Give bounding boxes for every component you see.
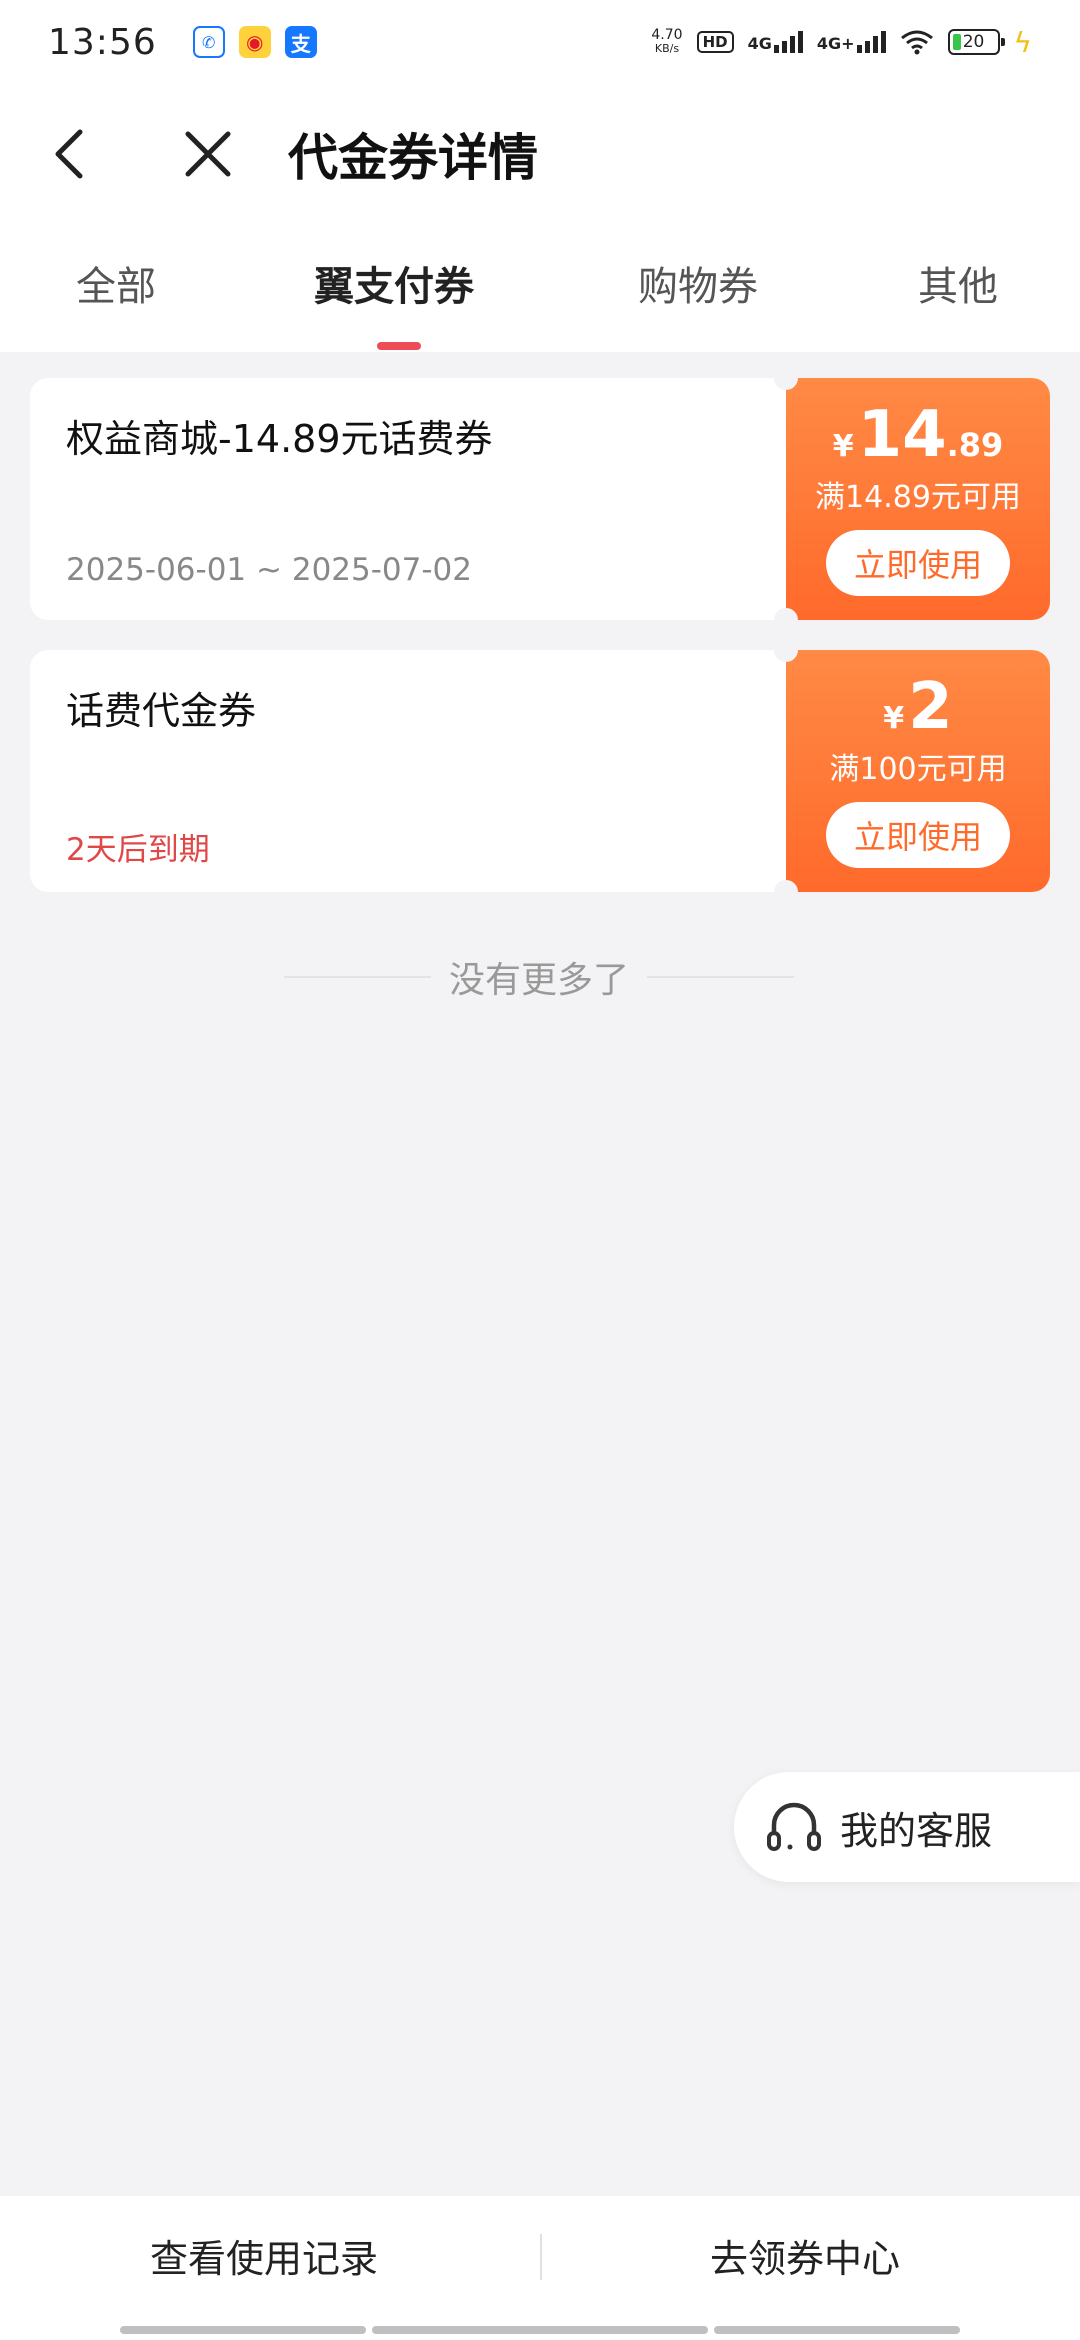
tab-all[interactable]: 全部 bbox=[76, 254, 156, 314]
currency-symbol: ¥ bbox=[883, 701, 905, 736]
gesture-bar bbox=[372, 2326, 708, 2334]
coupon-card: 话费代金券 2天后到期 ¥ 2 满100元可用 立即使用 bbox=[30, 638, 1050, 904]
status-notification-icons: ✆ ◉ 支 bbox=[192, 26, 317, 58]
tab-other[interactable]: 其他 bbox=[918, 254, 998, 314]
coupon-expiry-warning: 2天后到期 bbox=[66, 832, 210, 868]
charging-icon: ϟ bbox=[1013, 25, 1032, 59]
amount-integer: 14 bbox=[857, 398, 947, 472]
network-speed: 4.70 KB/s bbox=[651, 28, 682, 56]
coupon-center-button[interactable]: 去领券中心 bbox=[710, 2228, 900, 2283]
sim2-network-type: 4G+ bbox=[816, 34, 855, 53]
weibo-app-icon: ◉ bbox=[238, 26, 271, 58]
close-button[interactable] bbox=[168, 114, 248, 194]
coupon-info: 权益商城-14.89元话费券 2025-06-01 ~ 2025-07-02 bbox=[30, 378, 786, 620]
coupon-card: 权益商城-14.89元话费券 2025-06-01 ~ 2025-07-02 ¥… bbox=[30, 366, 1050, 632]
sim2-signal-icon: 4G+ bbox=[817, 31, 886, 53]
status-time: 13:56 bbox=[48, 21, 157, 63]
coupon-threshold: 满100元可用 bbox=[829, 752, 1007, 787]
close-icon bbox=[185, 131, 231, 177]
divider bbox=[540, 2234, 542, 2280]
headset-icon bbox=[767, 1802, 821, 1851]
coupon-name: 权益商城-14.89元话费券 bbox=[66, 417, 493, 461]
tab-shopping-coupons[interactable]: 购物券 bbox=[638, 254, 758, 314]
hd-voice-icon: HD bbox=[696, 31, 734, 53]
customer-service-label: 我的客服 bbox=[840, 1808, 993, 1853]
coupon-category-tabs: 全部 翼支付券 购物券 其他 bbox=[0, 224, 1080, 352]
back-button[interactable] bbox=[30, 114, 110, 194]
battery-level: 20 bbox=[962, 32, 985, 52]
divider bbox=[647, 976, 795, 978]
sim1-signal-icon: 4G bbox=[748, 31, 803, 53]
amount-decimal: .89 bbox=[946, 426, 1004, 464]
customer-service-button[interactable]: 我的客服 bbox=[734, 1772, 1080, 1882]
view-usage-records-button[interactable]: 查看使用记录 bbox=[150, 2228, 378, 2283]
coupon-threshold: 满14.89元可用 bbox=[815, 480, 1021, 515]
end-of-list-text: 没有更多了 bbox=[449, 960, 630, 1001]
bottom-action-bar: 查看使用记录 去领券中心 bbox=[0, 2196, 1080, 2340]
use-now-button[interactable]: 立即使用 bbox=[826, 802, 1010, 868]
telecom-app-icon: ✆ bbox=[192, 26, 225, 58]
gesture-bar bbox=[714, 2326, 960, 2334]
end-of-list: 没有更多了 bbox=[284, 952, 795, 1002]
status-bar: 13:56 ✆ ◉ 支 4.70 KB/s HD 4G 4G+ 20 ϟ bbox=[0, 0, 1080, 84]
coupon-amount: ¥ 14 .89 bbox=[833, 400, 1004, 470]
battery-icon: 20 bbox=[947, 29, 1005, 55]
use-now-button[interactable]: 立即使用 bbox=[826, 530, 1010, 596]
coupon-amount: ¥ 2 bbox=[883, 672, 952, 742]
active-tab-indicator bbox=[377, 342, 421, 350]
tab-bestpay-coupons[interactable]: 翼支付券 bbox=[314, 254, 474, 314]
status-indicators: 4.70 KB/s HD 4G 4G+ 20 ϟ bbox=[651, 26, 1032, 59]
gesture-bar bbox=[120, 2326, 366, 2334]
coupon-validity: 2025-06-01 ~ 2025-07-02 bbox=[66, 552, 472, 588]
amount-integer: 2 bbox=[908, 670, 953, 744]
divider bbox=[284, 976, 431, 978]
sim1-network-type: 4G bbox=[747, 34, 772, 53]
coupon-name: 话费代金券 bbox=[66, 689, 257, 733]
page-header: 代金券详情 bbox=[0, 84, 1080, 224]
back-arrow-icon bbox=[55, 129, 83, 179]
alipay-app-icon: 支 bbox=[284, 26, 317, 58]
network-speed-unit: KB/s bbox=[654, 42, 680, 55]
page-title: 代金券详情 bbox=[288, 129, 538, 187]
wifi-icon bbox=[900, 30, 933, 55]
coupon-info: 话费代金券 2天后到期 bbox=[30, 650, 786, 892]
currency-symbol: ¥ bbox=[832, 429, 854, 464]
coupon-value-panel: ¥ 14 .89 满14.89元可用 立即使用 bbox=[774, 366, 1050, 632]
coupon-value-panel: ¥ 2 满100元可用 立即使用 bbox=[774, 638, 1050, 904]
network-speed-value: 4.70 bbox=[651, 27, 683, 43]
